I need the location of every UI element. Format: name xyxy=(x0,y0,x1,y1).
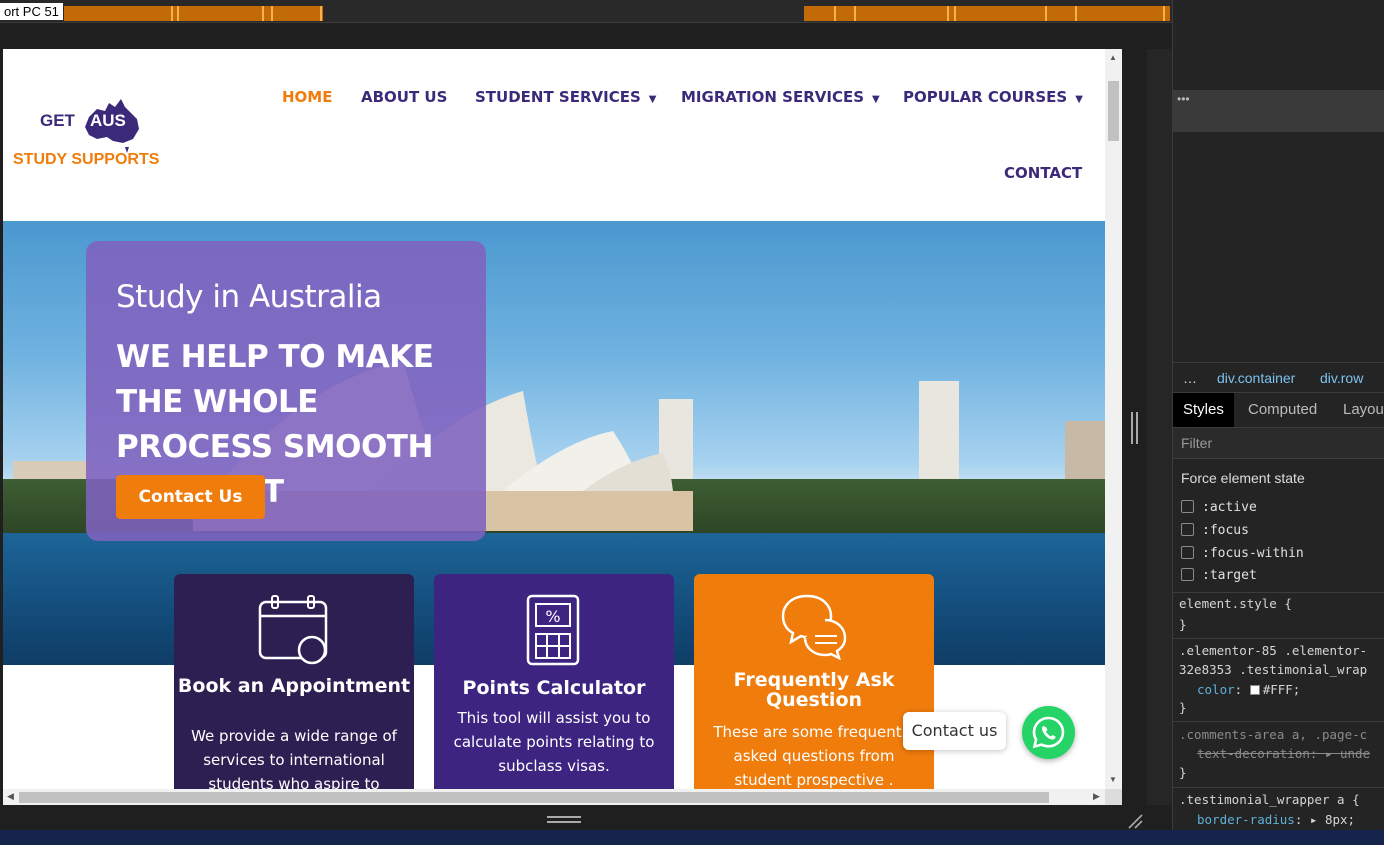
state-checkbox-focus[interactable]: :focus xyxy=(1181,523,1249,538)
device-ruler: ort PC 51 xyxy=(0,0,1172,22)
breadcrumb-more[interactable]: … xyxy=(1183,370,1197,386)
css-rule-selector[interactable]: element.style { xyxy=(1179,596,1292,611)
breadcrumb: … div.container div.row xyxy=(1173,362,1384,392)
whatsapp-icon xyxy=(1032,716,1065,749)
card-title: Points Calculator xyxy=(462,677,646,699)
device-label: ort PC 51 xyxy=(0,3,63,20)
css-declaration[interactable]: color: #FFF; xyxy=(1197,682,1300,697)
card-book-appointment[interactable]: Book an Appointment We provide a wide ra… xyxy=(174,574,414,805)
svg-text:%: % xyxy=(545,607,560,626)
css-declaration-overridden[interactable]: text-decoration: ▸ unde xyxy=(1197,746,1370,761)
resize-height-handle[interactable] xyxy=(547,816,581,823)
css-rule-close: } xyxy=(1179,700,1187,715)
logo-text-supports: STUDY SUPPORTS xyxy=(13,151,160,168)
hero-subtitle: Study in Australia xyxy=(116,279,382,315)
scroll-down-icon[interactable]: ▼ xyxy=(1109,775,1117,784)
css-rule-selector[interactable]: 32e8353 .testimonial_wrap xyxy=(1179,662,1367,677)
nav-about-us[interactable]: ABOUT US xyxy=(361,88,447,106)
scroll-left-icon[interactable]: ◀ xyxy=(7,791,14,802)
calendar-icon xyxy=(258,595,328,665)
nav-popular-courses[interactable]: POPULAR COURSES ▼ xyxy=(903,88,1083,106)
card-faq[interactable]: Frequently Ask Question These are some f… xyxy=(694,574,934,805)
chevron-down-icon: ▼ xyxy=(872,94,880,105)
whatsapp-button[interactable] xyxy=(1022,706,1075,759)
nav-student-services[interactable]: STUDENT SERVICES ▼ xyxy=(475,88,656,106)
logo-text-get: GET xyxy=(40,111,75,130)
nav-contact[interactable]: CONTACT xyxy=(1004,164,1082,182)
force-state-title: Force element state xyxy=(1181,470,1305,486)
resize-corner-icon[interactable] xyxy=(1126,812,1144,830)
card-description: This tool will assist you to calculate p… xyxy=(453,709,655,775)
taskbar xyxy=(0,830,1384,845)
card-title: Book an Appointment xyxy=(177,675,411,697)
calculator-icon: % xyxy=(526,594,580,666)
css-rule-close: } xyxy=(1179,617,1187,632)
viewport-side-strip xyxy=(1147,49,1172,805)
css-rule-selector[interactable]: .comments-area a, .page-c xyxy=(1179,727,1367,742)
horizontal-scrollbar[interactable]: ◀ ▶ xyxy=(3,789,1105,805)
whatsapp-label[interactable]: Contact us xyxy=(903,712,1006,750)
resize-width-handle[interactable] xyxy=(1131,412,1138,444)
scrollbar-corner xyxy=(1105,789,1122,805)
scrollbar-thumb[interactable] xyxy=(1108,81,1119,141)
card-description: These are some frequently asked question… xyxy=(713,723,915,789)
chat-bubbles-icon xyxy=(781,594,847,660)
tab-layout[interactable]: Layout xyxy=(1333,393,1384,427)
nav-home[interactable]: HOME xyxy=(282,88,332,106)
breadcrumb-item[interactable]: div.row xyxy=(1320,370,1363,386)
tab-styles[interactable]: Styles xyxy=(1173,393,1234,427)
scroll-up-icon[interactable]: ▲ xyxy=(1109,53,1117,62)
chevron-down-icon: ▼ xyxy=(648,94,657,105)
devtools-tabs: Styles Computed Layout xyxy=(1173,392,1384,427)
devtools-panel: ••• … div.container div.row Styles Compu… xyxy=(1172,0,1384,845)
more-icon[interactable]: ••• xyxy=(1177,92,1190,106)
scroll-right-icon[interactable]: ▶ xyxy=(1093,791,1100,802)
card-description: We provide a wide range of services to i… xyxy=(191,727,397,793)
state-checkbox-active[interactable]: :active xyxy=(1181,500,1257,515)
logo-text-aus: AUS xyxy=(90,111,126,130)
nav-migration-services[interactable]: MIGRATION SERVICES ▼ xyxy=(681,88,880,106)
card-title: Frequently Ask Question xyxy=(733,669,895,711)
card-points-calculator[interactable]: % Points Calculator This tool will assis… xyxy=(434,574,674,805)
styles-filter-input[interactable]: Filter xyxy=(1173,427,1384,459)
hero-card: Study in Australia WE HELP TO MAKE THE W… xyxy=(86,241,486,541)
color-swatch-icon[interactable] xyxy=(1249,685,1260,695)
css-rule-selector[interactable]: .testimonial_wrapper a { xyxy=(1179,792,1360,807)
css-rule-close: } xyxy=(1179,765,1187,780)
devtools-toolbar: ••• xyxy=(1173,90,1384,132)
site-logo[interactable]: GET AUS STUDY SUPPORTS xyxy=(13,49,173,169)
page-viewport[interactable]: GET AUS STUDY SUPPORTS HOME ABOUT US STU… xyxy=(3,49,1122,805)
chevron-down-icon: ▼ xyxy=(1075,94,1083,105)
breadcrumb-item[interactable]: div.container xyxy=(1217,370,1295,386)
css-declaration[interactable]: border-radius: ▸ 8px; xyxy=(1197,812,1355,827)
css-rule-selector[interactable]: .elementor-85 .elementor- xyxy=(1179,643,1367,658)
state-checkbox-target[interactable]: :target xyxy=(1181,568,1257,583)
vertical-scrollbar[interactable]: ▲ ▼ xyxy=(1105,49,1122,789)
contact-us-button[interactable]: Contact Us xyxy=(116,475,265,519)
ruler-segment xyxy=(64,6,323,21)
scrollbar-thumb[interactable] xyxy=(19,792,1049,803)
tab-computed[interactable]: Computed xyxy=(1238,393,1327,427)
state-checkbox-focus-within[interactable]: :focus-within xyxy=(1181,546,1304,561)
ruler-segment xyxy=(804,6,1170,21)
